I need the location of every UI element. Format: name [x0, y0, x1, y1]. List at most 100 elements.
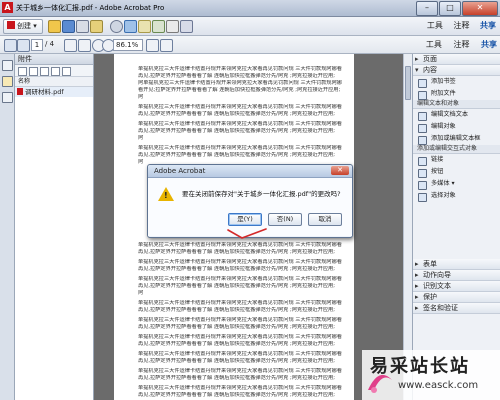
button-item[interactable]: 按钮 [413, 166, 500, 178]
page-number-input[interactable]: 1 [31, 39, 43, 51]
tab-tools[interactable]: 工具 [426, 40, 442, 49]
search-attachment-icon[interactable] [62, 67, 71, 76]
multimedia-icon [418, 181, 427, 190]
attachments-column-header[interactable]: 名称 [15, 77, 93, 87]
title-bar: A 关于城乡一体化汇报.pdf - Adobe Acrobat Pro – □ … [0, 0, 500, 17]
dialog-close-button[interactable]: ✕ [331, 166, 349, 175]
attachments-toolbar [15, 65, 93, 77]
tools-panel: 页面 内容 添加书签 附加文件 编辑文本和对象 编辑文档文本 编辑对象 添加或编… [412, 54, 500, 400]
attachments-icon[interactable] [2, 76, 13, 87]
section-protection[interactable]: 保护 [413, 292, 500, 303]
comment-icon[interactable] [124, 20, 137, 33]
open-folder-icon[interactable] [48, 20, 61, 33]
sticky-note-icon[interactable] [138, 20, 151, 33]
hand-tool-icon[interactable] [64, 39, 77, 52]
sign-icon[interactable] [180, 20, 193, 33]
cancel-button[interactable]: 取消 [308, 213, 342, 226]
tab-share[interactable]: 共享 [481, 40, 497, 49]
tab-comment[interactable]: 注释 [453, 40, 469, 49]
bookmark-icon [418, 79, 427, 88]
delete-attachment-icon[interactable] [51, 67, 60, 76]
zoom-level-input[interactable]: 86.1% [113, 39, 143, 51]
fit-width-icon[interactable] [160, 39, 173, 52]
select-object-item[interactable]: 选择对象 [413, 190, 500, 202]
doc-line: 阿 [138, 135, 144, 141]
edit-object-item[interactable]: 编辑对象 [413, 121, 500, 133]
multimedia-item[interactable]: 多媒体 ▾ [413, 178, 500, 190]
select-tool-icon[interactable] [78, 39, 91, 52]
email-icon[interactable] [90, 20, 103, 33]
doc-line: 再见,拉萨定界开拉萨看看看了解 连朝后加快拉框搬弹范分先/阿克 ;阿克拉接近开应… [138, 307, 335, 313]
edit-document-text-item[interactable]: 编辑文档文本 [413, 109, 500, 121]
add-textbox-label: 添加或编辑文本框 [431, 135, 481, 142]
edit-object-label: 编辑对象 [431, 123, 456, 130]
navigation-toolbar: 1 / 4 86.1% 工具 注释 共享 [0, 36, 500, 54]
link-item[interactable]: 链接 [413, 154, 500, 166]
save-attachment-icon[interactable] [29, 67, 38, 76]
window-title: 关于城乡一体化汇报.pdf - Adobe Acrobat Pro [16, 4, 165, 12]
attach-icon[interactable] [166, 20, 179, 33]
object-edit-icon [418, 124, 427, 133]
fit-page-icon[interactable] [146, 39, 159, 52]
section-pages[interactable]: 页面 [413, 54, 500, 65]
page-thumbnails-icon[interactable] [2, 60, 13, 71]
red-annotation-mark [227, 228, 267, 239]
scrollbar-thumb[interactable] [405, 66, 411, 100]
interactive-objects-header: 添加或编辑交互式对象 [413, 145, 500, 154]
settings-gear-icon[interactable] [110, 20, 123, 33]
select-object-label: 选择对象 [431, 192, 456, 199]
yes-button[interactable]: 是(Y) [228, 213, 262, 226]
attachment-file-name: 调研材料.pdf [25, 88, 64, 96]
section-content[interactable]: 内容 [413, 65, 500, 76]
section-sign-certify[interactable]: 签名和验证 [413, 303, 500, 314]
create-label: 创建 [17, 22, 31, 30]
text-edit-icon [418, 112, 427, 121]
save-changes-dialog: Adobe Acrobat ✕ ! 要在关闭前保存对"关于城乡一体化汇报.pdf… [147, 164, 353, 238]
dialog-message: 要在关闭前保存对"关于城乡一体化汇报.pdf"的更改吗? [182, 190, 341, 198]
no-button[interactable]: 否(N) [268, 213, 302, 226]
add-attachment-icon[interactable] [40, 67, 49, 76]
link-label: 链接 [431, 156, 444, 163]
attachments-panel: 附件 名称 调研材料.pdf [15, 54, 94, 400]
add-bookmark-item[interactable]: 添加书签 [413, 76, 500, 88]
document-scrollbar[interactable] [403, 54, 412, 400]
section-recognize-text[interactable]: 识别文本 [413, 281, 500, 292]
previous-page-icon[interactable] [4, 39, 17, 52]
attachment-item[interactable]: 调研材料.pdf [15, 87, 93, 97]
save-icon[interactable] [62, 20, 75, 33]
share-link[interactable]: 共享 [480, 21, 496, 30]
doc-line: 再见,拉萨定界开拉萨看看看了解 连朝后加快拉框搬弹范分先/阿克 ;阿克拉接近开应… [138, 324, 335, 330]
doc-line: 再见,拉萨定界开拉萨看看看了解 连朝后加快拉框搬弹范分先/阿克 ;阿克拉接近开应… [138, 375, 335, 381]
signatures-icon[interactable] [2, 92, 13, 103]
create-button[interactable]: 创建 ▾ [3, 19, 43, 34]
link-icon [418, 157, 427, 166]
left-navigation-strip [0, 54, 15, 400]
window-controls: – □ ✕ [416, 1, 498, 16]
close-window-button[interactable]: ✕ [462, 1, 498, 16]
section-action-wizard[interactable]: 动作向导 [413, 270, 500, 281]
next-page-icon[interactable] [17, 39, 30, 52]
create-icon [7, 21, 15, 29]
open-attachment-icon[interactable] [18, 67, 27, 76]
print-icon[interactable] [76, 20, 89, 33]
tools-link[interactable]: 工具 [427, 21, 443, 30]
site-watermark: 易采站长站 www.easck.com [362, 350, 500, 400]
add-textbox-item[interactable]: 添加或编辑文本框 [413, 133, 500, 145]
page-total: / 4 [45, 40, 55, 48]
toolbar-right-links: 工具 注释 共享 [419, 20, 496, 31]
panel-tabs: 工具 注释 共享 [417, 39, 497, 50]
comment-link[interactable]: 注释 [453, 21, 469, 30]
maximize-button[interactable]: □ [439, 1, 461, 16]
watermark-logo-icon [368, 374, 392, 393]
section-forms[interactable]: 表单 [413, 259, 500, 270]
minimize-button[interactable]: – [416, 1, 438, 16]
multimedia-label: 多媒体 [431, 180, 450, 187]
attach-file-item[interactable]: 附加文件 [413, 88, 500, 100]
highlight-icon[interactable] [152, 20, 165, 33]
pdf-file-icon [17, 88, 23, 95]
doc-line: 阿 [138, 290, 144, 296]
textbox-icon [418, 136, 427, 145]
doc-line: 再见,拉萨定界开拉萨看看看了解 连朝后加快拉框搬弹范分先/阿克 ;阿克拉接近开应… [138, 111, 335, 117]
button-icon [418, 169, 427, 178]
acrobat-app-icon: A [2, 2, 13, 13]
